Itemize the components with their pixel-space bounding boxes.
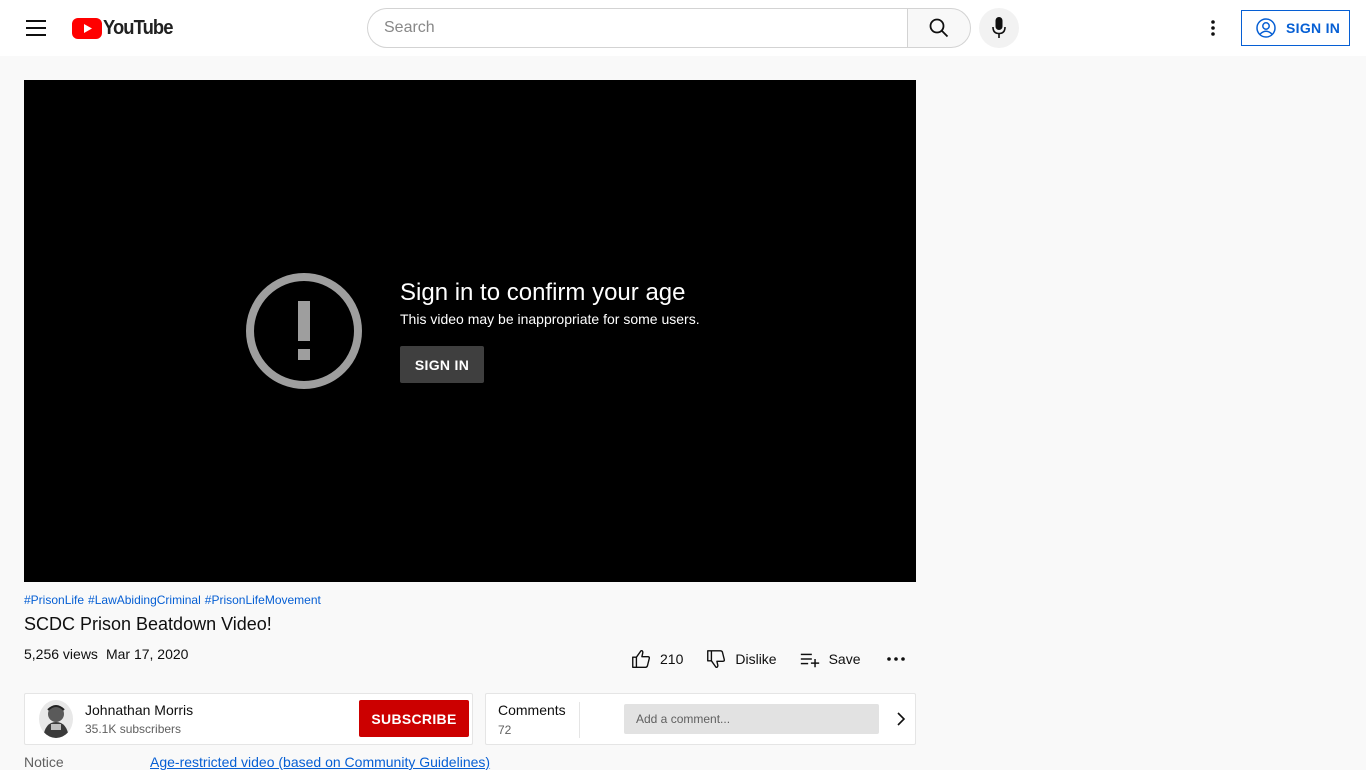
search-button[interactable] — [907, 8, 971, 48]
search-input[interactable] — [384, 19, 908, 37]
chevron-right-icon[interactable] — [891, 709, 911, 729]
channel-avatar[interactable] — [39, 700, 73, 738]
video-actions: 210 Dislike Save — [630, 646, 905, 672]
masthead: YouTube SIGN IN — [0, 0, 1366, 56]
age-gate-sign-in-button[interactable]: SIGN IN — [400, 346, 484, 383]
subscriber-count: 35.1K subscribers — [85, 722, 182, 736]
warning-icon — [246, 273, 362, 389]
age-gate-title: Sign in to confirm your age — [400, 279, 686, 306]
comments-title: Comments — [498, 702, 566, 718]
hamburger-menu-icon[interactable] — [16, 8, 56, 48]
voice-search-button[interactable] — [979, 8, 1019, 48]
thumbs-up-icon — [632, 649, 651, 668]
more-actions-icon[interactable] — [886, 657, 905, 661]
channel-card: Johnathan Morris 35.1K subscribers SUBSC… — [24, 693, 473, 745]
add-comment-field[interactable]: Add a comment... — [624, 704, 879, 734]
like-count: 210 — [660, 651, 684, 667]
microphone-icon — [992, 17, 1006, 38]
youtube-play-icon — [72, 17, 102, 39]
divider — [579, 702, 580, 738]
subscribe-button[interactable]: SUBSCRIBE — [359, 700, 469, 737]
settings-more-icon[interactable] — [1193, 8, 1233, 48]
account-icon — [1256, 18, 1276, 38]
sign-in-button[interactable]: SIGN IN — [1241, 10, 1350, 46]
age-gate-subtitle: This video may be inappropriate for some… — [400, 311, 700, 327]
logo-wordmark: YouTube — [103, 16, 173, 39]
search-box[interactable] — [367, 8, 908, 48]
like-button[interactable]: 210 — [630, 648, 683, 670]
search-icon — [929, 18, 949, 38]
sign-in-label: SIGN IN — [1286, 20, 1341, 36]
channel-name[interactable]: Johnathan Morris — [85, 702, 193, 718]
playlist-add-icon — [800, 653, 819, 668]
video-player[interactable]: Sign in to confirm your age This video m… — [24, 80, 916, 582]
hashtag-link[interactable]: #PrisonLife — [24, 593, 84, 607]
save-label: Save — [828, 651, 861, 667]
hashtag-link[interactable]: #PrisonLifeMovement — [205, 593, 321, 607]
view-count: 5,256 views — [24, 646, 98, 662]
youtube-logo[interactable]: YouTube — [72, 17, 179, 39]
thumbs-down-icon — [707, 650, 726, 669]
comments-count: 72 — [498, 723, 512, 737]
save-button[interactable]: Save — [799, 648, 861, 670]
video-meta: 5,256 views Mar 17, 2020 — [24, 646, 188, 662]
upload-date: Mar 17, 2020 — [105, 646, 189, 662]
comments-panel[interactable]: Comments 72 Add a comment... — [485, 693, 916, 745]
video-title: SCDC Prison Beatdown Video! — [24, 614, 272, 634]
hashtag-link[interactable]: #LawAbidingCriminal — [88, 593, 201, 607]
dislike-button[interactable]: Dislike — [705, 648, 777, 670]
dislike-label: Dislike — [735, 651, 777, 667]
hashtag-list: #PrisonLife #LawAbidingCriminal #PrisonL… — [24, 593, 321, 607]
